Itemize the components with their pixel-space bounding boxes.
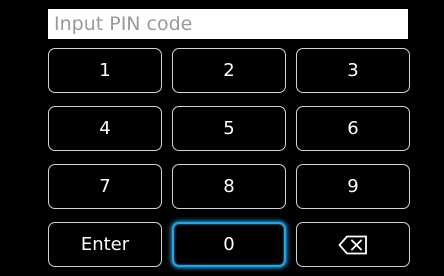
key-6-button[interactable]: 6 [296,106,410,151]
key-2-button[interactable]: 2 [172,48,286,93]
key-4-button[interactable]: 4 [48,106,162,151]
key-9-button[interactable]: 9 [296,164,410,209]
key-8-button[interactable]: 8 [172,164,286,209]
key-1-button[interactable]: 1 [48,48,162,93]
pin-entry-screen: 1 2 3 4 5 6 7 8 9 Enter 0 [0,0,444,276]
key-7-button[interactable]: 7 [48,164,162,209]
backspace-icon [338,235,367,254]
enter-button[interactable]: Enter [48,222,162,267]
key-3-button[interactable]: 3 [296,48,410,93]
pin-input[interactable] [48,9,408,39]
numeric-keypad: 1 2 3 4 5 6 7 8 9 Enter 0 [48,48,410,268]
backspace-button[interactable] [296,222,410,267]
key-0-button[interactable]: 0 [172,222,286,267]
key-5-button[interactable]: 5 [172,106,286,151]
